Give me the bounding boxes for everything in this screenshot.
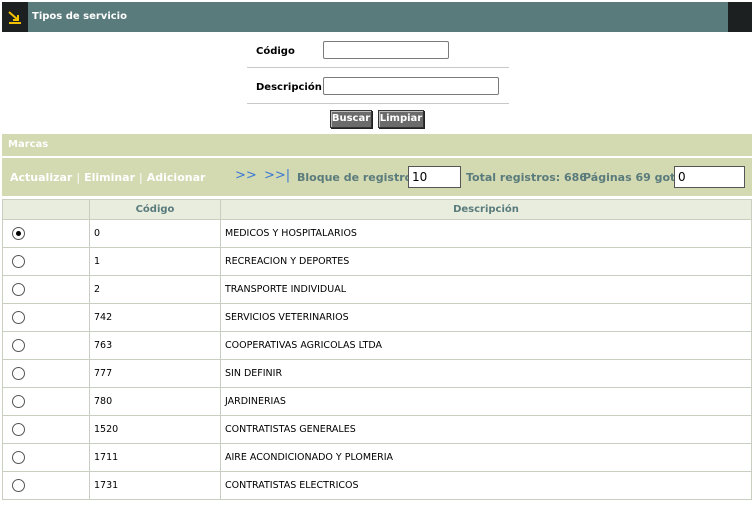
goto-input[interactable]: [674, 166, 745, 188]
table-row[interactable]: 780 JARDINERIAS: [2, 387, 752, 416]
descripcion-row: Descripción: [247, 70, 509, 104]
descripcion-cell: CONTRATISTAS ELECTRICOS: [220, 471, 752, 500]
table-row[interactable]: 777 SIN DEFINIR: [2, 359, 752, 388]
header-select: [2, 199, 90, 220]
action-separator: |: [76, 171, 81, 184]
section-header: Marcas: [2, 134, 752, 156]
row-radio-button[interactable]: [12, 451, 25, 464]
codigo-cell: 1: [89, 247, 221, 276]
table-row[interactable]: 1711 AIRE ACONDICIONADO Y PLOMERIA: [2, 443, 752, 472]
paginas-label: Páginas 69 goto:: [583, 171, 688, 184]
codigo-cell: 742: [89, 303, 221, 332]
table-row[interactable]: 1520 CONTRATISTAS GENERALES: [2, 415, 752, 444]
header-descripcion[interactable]: Descripción: [220, 199, 752, 220]
bloque-input[interactable]: [408, 166, 461, 188]
table-row[interactable]: 1731 CONTRATISTAS ELECTRICOS: [2, 471, 752, 500]
codigo-row: Código: [247, 34, 509, 68]
descripcion-cell: SIN DEFINIR: [220, 359, 752, 388]
row-select-cell: [2, 387, 90, 416]
codigo-cell: 1731: [89, 471, 221, 500]
descripcion-label: Descripción: [256, 82, 322, 93]
descripcion-cell: COOPERATIVAS AGRICOLAS LTDA: [220, 331, 752, 360]
codigo-cell: 777: [89, 359, 221, 388]
descripcion-input[interactable]: [323, 77, 499, 95]
descripcion-cell: SERVICIOS VETERINARIOS: [220, 303, 752, 332]
header-codigo[interactable]: Código: [89, 199, 221, 220]
row-radio-button[interactable]: [12, 227, 25, 240]
row-select-cell: [2, 275, 90, 304]
total-registros: Total registros: 686: [466, 171, 587, 184]
row-select-cell: [2, 331, 90, 360]
row-select-cell: [2, 303, 90, 332]
codigo-cell: 1520: [89, 415, 221, 444]
title-icon-box: [2, 2, 28, 32]
window-titlebar: Tipos de servicio: [2, 2, 752, 32]
codigo-cell: 1711: [89, 443, 221, 472]
window-title: Tipos de servicio: [32, 11, 127, 22]
actualizar-link[interactable]: Actualizar: [10, 171, 72, 184]
table-row[interactable]: 2 TRANSPORTE INDIVIDUAL: [2, 275, 752, 304]
row-radio-button[interactable]: [12, 479, 25, 492]
row-radio-button[interactable]: [12, 311, 25, 324]
eliminar-link[interactable]: Eliminar: [84, 171, 135, 184]
row-radio-button[interactable]: [12, 395, 25, 408]
codigo-cell: 0: [89, 219, 221, 248]
codigo-label: Código: [256, 46, 295, 57]
descripcion-cell: AIRE ACONDICIONADO Y PLOMERIA: [220, 443, 752, 472]
row-radio-button[interactable]: [12, 339, 25, 352]
resize-arrow-icon: [8, 11, 21, 24]
row-select-cell: [2, 471, 90, 500]
codigo-cell: 2: [89, 275, 221, 304]
results-table: Código Descripción 0 MEDICOS Y HOSPITALAR…: [2, 199, 752, 500]
limpiar-button[interactable]: Limpiar: [378, 110, 424, 128]
total-label: Total registros:: [466, 171, 561, 184]
table-row[interactable]: 742 SERVICIOS VETERINARIOS: [2, 303, 752, 332]
buscar-button[interactable]: Buscar: [330, 110, 372, 128]
descripcion-cell: CONTRATISTAS GENERALES: [220, 415, 752, 444]
next-page-link[interactable]: >>: [235, 168, 257, 183]
descripcion-cell: JARDINERIAS: [220, 387, 752, 416]
table-row[interactable]: 763 COOPERATIVAS AGRICOLAS LTDA: [2, 331, 752, 360]
row-radio-button[interactable]: [12, 255, 25, 268]
descripcion-cell: TRANSPORTE INDIVIDUAL: [220, 275, 752, 304]
row-radio-button[interactable]: [12, 423, 25, 436]
codigo-input[interactable]: [323, 41, 449, 59]
codigo-cell: 780: [89, 387, 221, 416]
row-select-cell: [2, 415, 90, 444]
bloque-label: Bloque de registros:: [297, 171, 424, 184]
grid-toolbar: Actualizar | Eliminar | Adicionar >> >>| Blo…: [2, 158, 752, 196]
grid-actions: Actualizar | Eliminar | Adicionar: [10, 171, 205, 184]
titlebar-corner: [728, 2, 752, 32]
row-radio-button[interactable]: [12, 283, 25, 296]
adicionar-link[interactable]: Adicionar: [147, 171, 206, 184]
section-title: Marcas: [8, 139, 49, 150]
last-page-link[interactable]: >>|: [264, 168, 290, 183]
table-row[interactable]: 0 MEDICOS Y HOSPITALARIOS: [2, 219, 752, 248]
table-row[interactable]: 1 RECREACION Y DEPORTES: [2, 247, 752, 276]
action-separator: |: [139, 171, 143, 184]
descripcion-cell: RECREACION Y DEPORTES: [220, 247, 752, 276]
descripcion-cell: MEDICOS Y HOSPITALARIOS: [220, 219, 752, 248]
row-select-cell: [2, 359, 90, 388]
table-header-row: Código Descripción: [2, 199, 752, 220]
row-select-cell: [2, 247, 90, 276]
codigo-cell: 763: [89, 331, 221, 360]
row-radio-button[interactable]: [12, 367, 25, 380]
row-select-cell: [2, 443, 90, 472]
row-select-cell: [2, 219, 90, 248]
